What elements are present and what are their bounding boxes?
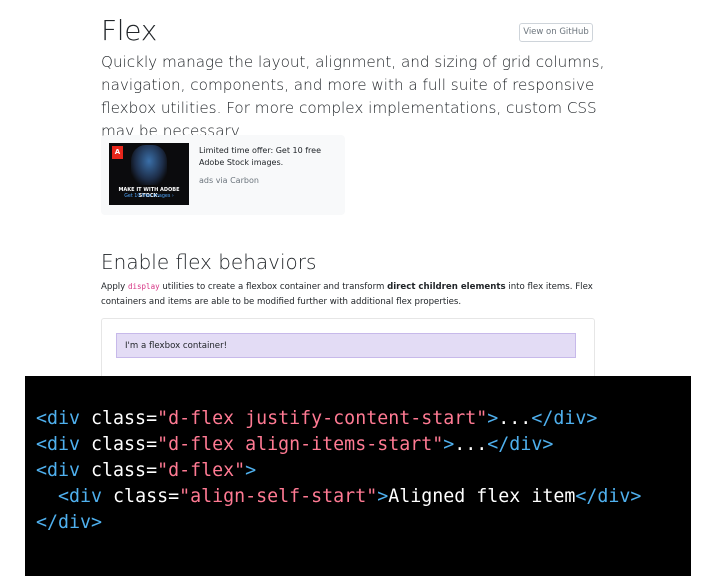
code-token-txt: Aligned flex item [388,486,576,507]
docs-page: Flex View on GitHub Quickly manage the l… [0,0,704,377]
code-token-tag: </div> [531,408,598,429]
ad-portrait-graphic [131,145,167,185]
code-token-attr: class= [80,460,158,481]
code-block[interactable]: <div class="d-flex justify-content-start… [25,376,691,576]
example-preview: I'm a flexbox container! [101,318,595,377]
code-token-tag: > [245,460,257,481]
code-token-tag: </div> [36,512,103,533]
code-token-attr: class= [80,434,158,455]
code-token-tag: > [487,408,499,429]
code-token-attr: class= [80,408,158,429]
code-token-tag: </div> [575,486,642,507]
ad-text-link[interactable]: Limited time offer: Get 10 free Adobe St… [199,145,341,169]
page-title: Flex [101,14,157,47]
carbon-ad[interactable]: A MAKE IT WITH ADOBE STOCK. Get 10 free … [101,135,345,215]
code-line: </div> [36,510,641,536]
section-title: Enable flex behaviors [101,250,317,274]
section-description: Apply display utilities to create a flex… [101,279,601,310]
code-line: <div class="d-flex justify-content-start… [36,406,641,432]
code-line: <div class="d-flex"> [36,458,641,484]
desc-bold: direct children elements [387,282,506,292]
code-token-tag: > [377,486,389,507]
code-token-str: "d-flex" [157,460,246,481]
code-token-attr: class= [102,486,180,507]
desc-code-display: display [128,282,160,291]
code-token-tag: > [443,434,455,455]
code-token-tag: <div [36,434,81,455]
code-line: <div class="align-self-start">Aligned fl… [36,484,641,510]
code-token-tag: </div> [487,434,554,455]
desc-text-1: Apply [101,282,128,292]
code-token-str: "d-flex align-items-start" [157,434,444,455]
ad-image-cta: Get 10 free images › [124,194,174,199]
code-token-tag: <div [36,408,81,429]
code-token-str: "align-self-start" [179,486,378,507]
code-content: <div class="d-flex justify-content-start… [36,406,641,536]
code-token-txt: ... [498,408,532,429]
ads-via-carbon-link[interactable]: ads via Carbon [199,176,259,185]
page-lead: Quickly manage the layout, alignment, an… [101,53,605,140]
adobe-logo-icon: A [112,146,123,159]
ad-image[interactable]: A MAKE IT WITH ADOBE STOCK. Get 10 free … [109,143,189,205]
code-token-txt: ... [454,434,488,455]
code-token-tag: <div [58,486,103,507]
flexbox-container-demo: I'm a flexbox container! [116,333,576,358]
code-token-str: "d-flex justify-content-start" [157,408,488,429]
code-line: <div class="d-flex align-items-start">..… [36,432,641,458]
desc-text-2: utilities to create a flexbox container … [159,282,388,292]
view-on-github-button[interactable]: View on GitHub [519,23,593,42]
code-token-tag: <div [36,460,81,481]
